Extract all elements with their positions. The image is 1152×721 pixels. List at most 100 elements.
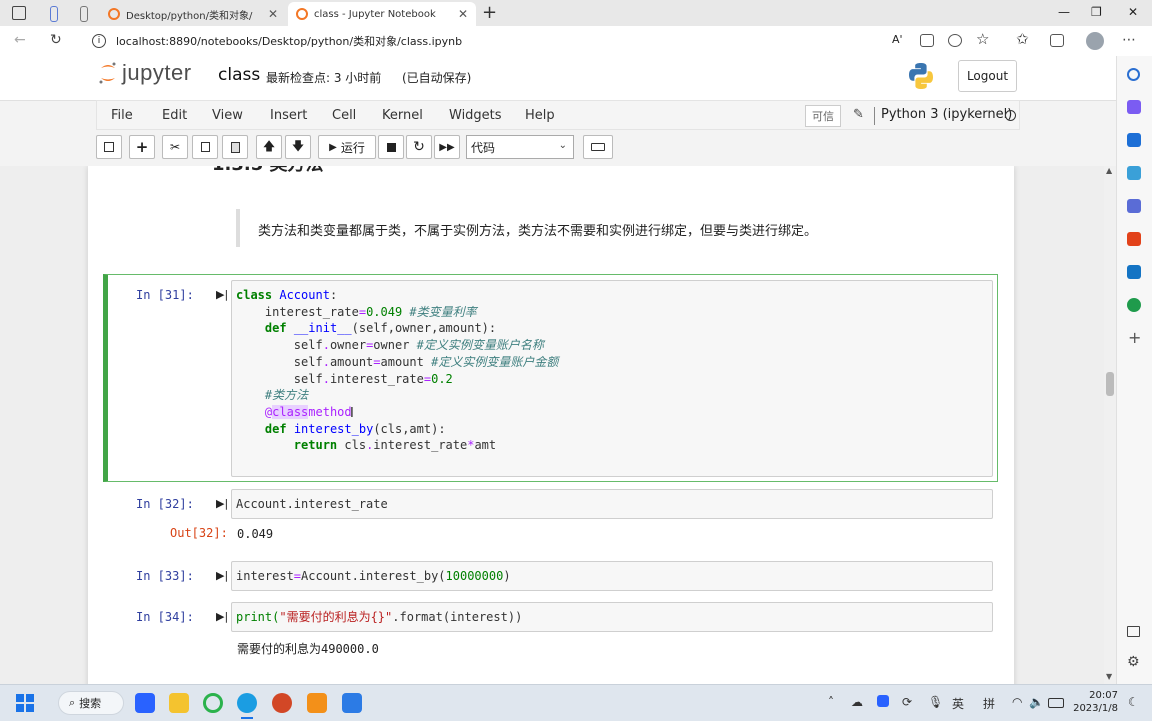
pen-app-icon[interactable]	[342, 693, 362, 713]
tray-app-icon[interactable]	[877, 695, 889, 707]
info-icon[interactable]: i	[92, 34, 106, 48]
wifi-icon[interactable]: ◠	[1012, 695, 1022, 709]
stop-button[interactable]	[378, 135, 404, 159]
save-button[interactable]	[96, 135, 122, 159]
kernel-name[interactable]: Python 3 (ipykernel)	[881, 107, 1012, 122]
split-screen-icon[interactable]	[1127, 626, 1140, 637]
code-line[interactable]: interest=Account.interest_by(10000000)	[236, 568, 511, 585]
move-down-button[interactable]: 🡇	[285, 135, 311, 159]
notebook-name[interactable]: class	[218, 65, 260, 85]
app-ring-icon[interactable]	[203, 693, 223, 713]
minimize-button[interactable]: —	[1058, 5, 1070, 19]
menu-widgets[interactable]: Widgets	[449, 108, 502, 123]
menu-file[interactable]: File	[111, 108, 133, 123]
active-app-indicator	[241, 717, 253, 719]
collections-icon[interactable]	[1050, 34, 1064, 47]
restart-button[interactable]: ↻	[406, 135, 432, 159]
menu-kernel[interactable]: Kernel	[382, 108, 423, 123]
logout-button[interactable]: Logout	[958, 60, 1017, 92]
tools-icon[interactable]	[1127, 166, 1141, 180]
maximize-button[interactable]: ❐	[1091, 5, 1102, 19]
edit-pencil-icon[interactable]: ✎	[853, 107, 864, 122]
outlook-icon[interactable]	[1127, 265, 1141, 279]
notifications-icon[interactable]: ☾	[1128, 695, 1139, 709]
code-line[interactable]: print("需要付的利息为{}".format(interest))	[236, 609, 522, 626]
cut-button[interactable]: ✂	[162, 135, 188, 159]
tree-icon[interactable]	[1127, 298, 1141, 312]
trusted-indicator[interactable]: 可信	[805, 105, 841, 127]
read-aloud-icon[interactable]: A'	[892, 33, 906, 46]
taskbar-search[interactable]: ⌕ 搜索	[58, 691, 124, 715]
app-orange-icon[interactable]	[307, 693, 327, 713]
games-icon[interactable]	[1127, 199, 1141, 213]
insert-cell-button[interactable]: +	[129, 135, 155, 159]
refresh-icon[interactable]: ↻	[50, 32, 62, 48]
settings-icon[interactable]: ⚙	[1127, 654, 1140, 670]
paste-button[interactable]	[222, 135, 248, 159]
url-field[interactable]: localhost:8890/notebooks/Desktop/python/…	[116, 33, 462, 49]
favorite-add-icon[interactable]: ☆	[976, 30, 990, 48]
start-icon[interactable]	[16, 694, 34, 712]
cell-prompt: In [32]:	[136, 497, 194, 511]
tab-class-notebook[interactable]: class - Jupyter Notebook ✕	[288, 2, 476, 26]
command-palette-button[interactable]	[583, 135, 613, 159]
run-cell-icon[interactable]: ▶|	[216, 610, 228, 623]
show-hidden-icon[interactable]: ˄	[828, 695, 834, 709]
ime-language[interactable]: 英	[952, 695, 964, 712]
menu-insert[interactable]: Insert	[270, 108, 307, 123]
new-tab-button[interactable]: +	[482, 2, 497, 23]
cell-output: 0.049	[237, 527, 274, 541]
microphone-icon[interactable]: 🎙	[928, 695, 943, 709]
close-window-button[interactable]: ✕	[1128, 5, 1138, 19]
menu-view[interactable]: View	[212, 108, 243, 123]
office-icon[interactable]	[1127, 232, 1141, 246]
code-token: )	[503, 569, 511, 583]
scrollbar-thumb[interactable]	[1106, 372, 1114, 396]
jupyter-logo[interactable]: jupyter	[98, 60, 192, 86]
code-block[interactable]: class Account: interest_rate=0.049 #类变量利…	[236, 287, 558, 454]
search-icon[interactable]	[1127, 68, 1140, 81]
immersive-reader-icon[interactable]	[920, 34, 934, 47]
run-cell-icon[interactable]: ▶|	[216, 497, 228, 510]
run-all-button[interactable]: ▶▶	[434, 135, 460, 159]
system-clock[interactable]: 20:07 2023/1/8	[1072, 689, 1118, 715]
shopping-icon[interactable]	[1127, 133, 1141, 147]
close-tab-icon[interactable]: ✕	[458, 7, 468, 21]
menu-help[interactable]: Help	[525, 108, 555, 123]
sync-icon[interactable]: ⟳	[902, 695, 912, 709]
vertical-scrollbar[interactable]: ▲ ▼	[1104, 166, 1116, 684]
tab-pinned-1[interactable]	[42, 2, 66, 26]
tab-desktop-folder[interactable]: Desktop/python/类和对象/ ✕	[100, 2, 286, 26]
profile-avatar[interactable]	[1086, 32, 1104, 50]
app-icon[interactable]	[135, 693, 155, 713]
run-cell-icon[interactable]: ▶|	[216, 288, 228, 301]
volume-icon[interactable]: 🔈	[1029, 695, 1044, 709]
move-up-button[interactable]: 🡅	[256, 135, 282, 159]
scroll-up-icon[interactable]: ▲	[1106, 166, 1112, 175]
ime-mode[interactable]: 拼	[983, 695, 995, 712]
scroll-down-icon[interactable]: ▼	[1106, 672, 1112, 681]
play-icon: ▶	[329, 141, 337, 153]
cloud-icon[interactable]: ☁	[851, 695, 863, 709]
run-button[interactable]: ▶ 运行	[318, 135, 376, 159]
battery-icon[interactable]	[1048, 698, 1064, 708]
menu-edit[interactable]: Edit	[162, 108, 187, 123]
zoom-icon[interactable]	[948, 34, 962, 47]
back-icon[interactable]: ←	[14, 32, 26, 48]
favorites-icon[interactable]: ✩	[1016, 30, 1030, 48]
powerpoint-icon[interactable]	[272, 693, 292, 713]
add-icon[interactable]: +	[1128, 328, 1141, 347]
copilot-icon[interactable]	[1127, 100, 1141, 114]
document-icon	[80, 6, 88, 22]
tab-actions-icon[interactable]	[12, 6, 26, 20]
close-tab-icon[interactable]: ✕	[268, 7, 278, 21]
more-menu-icon[interactable]: ⋯	[1122, 32, 1136, 48]
menu-cell[interactable]: Cell	[332, 108, 356, 123]
run-cell-icon[interactable]: ▶|	[216, 569, 228, 582]
edge-icon[interactable]	[237, 693, 257, 713]
cell-type-select[interactable]: 代码 ⌄	[466, 135, 574, 159]
code-line[interactable]: Account.interest_rate	[236, 496, 388, 513]
tab-pinned-2[interactable]	[72, 2, 96, 26]
copy-button[interactable]	[192, 135, 218, 159]
file-explorer-icon[interactable]	[169, 693, 189, 713]
